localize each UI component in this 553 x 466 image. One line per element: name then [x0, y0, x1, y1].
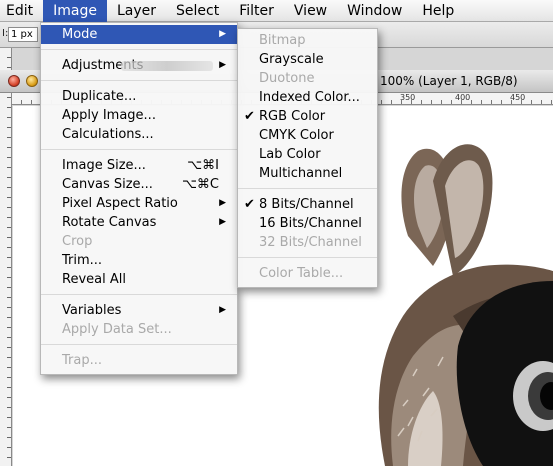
- menu-item-trap: Trap...: [62, 353, 102, 368]
- size-input[interactable]: 1 px: [8, 27, 38, 42]
- menu-separator: [41, 149, 237, 150]
- close-window-button[interactable]: [8, 75, 20, 87]
- checkmark-icon: ✔: [244, 109, 255, 124]
- menu-select[interactable]: Select: [166, 0, 229, 22]
- menu-item-apply-image[interactable]: Apply Image...: [41, 106, 237, 125]
- submenu-arrow-icon: ▶: [219, 60, 226, 70]
- menu-edit[interactable]: Edit: [0, 0, 43, 22]
- mode-item-indexed-color[interactable]: Indexed Color...: [238, 88, 377, 107]
- mode-item-duotone: Duotone: [259, 71, 315, 86]
- menu-view[interactable]: View: [284, 0, 337, 22]
- menu-item-apply-data-set: Apply Data Set...: [62, 322, 172, 337]
- shortcut-label: ⌥⌘I: [187, 158, 219, 173]
- checkmark-icon: ✔: [244, 197, 255, 212]
- mode-item-bitmap: Bitmap: [259, 33, 306, 48]
- menu-item-label: Rotate Canvas: [62, 215, 157, 230]
- menu-separator: [41, 49, 237, 50]
- menu-bar: Edit Image Layer Select Filter View Wind…: [0, 0, 553, 22]
- menu-separator: [41, 294, 237, 295]
- mode-item-color-table: Color Table...: [259, 266, 344, 281]
- submenu-arrow-icon: ▶: [219, 29, 226, 39]
- menu-item-pixel-aspect-ratio[interactable]: Pixel Aspect Ratio ▶: [41, 194, 237, 213]
- shortcut-label: ⌥⌘C: [181, 177, 219, 192]
- menu-separator: [41, 344, 237, 345]
- menu-image[interactable]: Image: [43, 0, 107, 22]
- mode-item-rgb-color[interactable]: ✔ RGB Color: [238, 107, 377, 126]
- menu-item-label: Mode: [62, 27, 98, 42]
- menu-item-adjustments[interactable]: Adjustments ▶: [41, 56, 237, 75]
- mode-item-8-bits[interactable]: ✔ 8 Bits/Channel: [238, 195, 377, 214]
- menu-item-reveal-all[interactable]: Reveal All: [41, 270, 237, 289]
- menu-item-variables[interactable]: Variables ▶: [41, 301, 237, 320]
- mode-item-multichannel[interactable]: Multichannel: [238, 164, 377, 183]
- menu-filter[interactable]: Filter: [229, 0, 284, 22]
- menu-item-canvas-size[interactable]: Canvas Size... ⌥⌘C: [41, 175, 237, 194]
- menu-separator: [238, 188, 377, 189]
- menu-item-label: 8 Bits/Channel: [259, 197, 354, 212]
- menu-separator: [41, 80, 237, 81]
- menu-item-trim[interactable]: Trim...: [41, 251, 237, 270]
- mode-submenu: Bitmap Grayscale Duotone Indexed Color..…: [237, 28, 378, 288]
- minimize-window-button[interactable]: [26, 75, 38, 87]
- menu-item-calculations[interactable]: Calculations...: [41, 125, 237, 144]
- menu-item-rotate-canvas[interactable]: Rotate Canvas ▶: [41, 213, 237, 232]
- submenu-arrow-icon: ▶: [219, 305, 226, 315]
- menu-layer[interactable]: Layer: [107, 0, 166, 22]
- ruler-label: 400: [455, 93, 471, 102]
- image-menu: Mode ▶ Adjustments ▶ Duplicate... Apply …: [40, 22, 238, 375]
- mode-item-32-bits: 32 Bits/Channel: [259, 235, 362, 250]
- blurred-region: [121, 61, 213, 71]
- menu-item-duplicate[interactable]: Duplicate...: [41, 87, 237, 106]
- menu-item-mode[interactable]: Mode ▶: [41, 25, 237, 44]
- mode-item-16-bits[interactable]: 16 Bits/Channel: [238, 214, 377, 233]
- document-title: 100% (Layer 1, RGB/8): [380, 74, 518, 88]
- menu-help[interactable]: Help: [412, 0, 464, 22]
- submenu-arrow-icon: ▶: [219, 198, 226, 208]
- menu-item-image-size[interactable]: Image Size... ⌥⌘I: [41, 156, 237, 175]
- ruler-label: 350: [400, 93, 416, 102]
- menu-separator: [238, 257, 377, 258]
- menu-item-label: RGB Color: [259, 109, 326, 124]
- ruler-label: 450: [510, 93, 526, 102]
- menu-item-crop: Crop: [62, 234, 93, 249]
- mode-item-grayscale[interactable]: Grayscale: [238, 50, 377, 69]
- menu-item-label: Variables: [62, 303, 122, 318]
- menu-item-label: Canvas Size...: [62, 177, 153, 192]
- submenu-arrow-icon: ▶: [219, 217, 226, 227]
- menu-window[interactable]: Window: [337, 0, 412, 22]
- menu-item-label: Image Size...: [62, 158, 146, 173]
- mode-item-lab-color[interactable]: Lab Color: [238, 145, 377, 164]
- menu-item-label: Pixel Aspect Ratio: [62, 196, 178, 211]
- mode-item-cmyk-color[interactable]: CMYK Color: [238, 126, 377, 145]
